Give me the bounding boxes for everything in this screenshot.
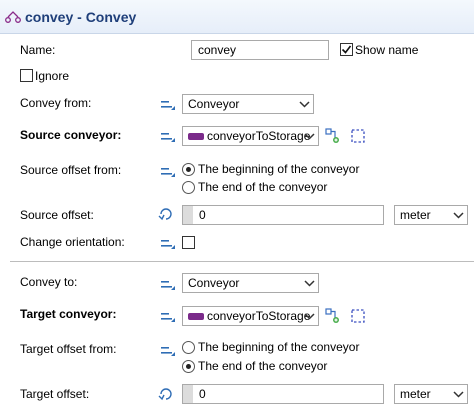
choose-from-graph-icon[interactable] (325, 128, 341, 144)
convey-from-label: Convey from: (20, 96, 92, 110)
source-offset-end-label: The end of the conveyor (198, 180, 328, 194)
convey-from-select[interactable]: Conveyor (182, 94, 314, 114)
target-offset-label: Target offset: (20, 387, 90, 401)
chevron-down-icon (304, 133, 315, 140)
static-value-icon[interactable] (160, 278, 176, 292)
source-offset-unit: meter (400, 208, 431, 222)
chevron-down-icon (304, 280, 315, 287)
static-value-icon[interactable] (160, 130, 176, 144)
target-offset-value: 0 (199, 387, 206, 401)
source-offset-end-radio[interactable] (182, 181, 195, 194)
section-separator (10, 261, 474, 262)
target-conveyor-label: Target conveyor: (20, 307, 117, 321)
target-offset-from-label: Target offset from: (20, 342, 117, 356)
name-input[interactable]: convey (191, 40, 329, 60)
change-orientation-label: Change orientation: (20, 235, 125, 249)
static-value-icon[interactable] (160, 237, 176, 251)
target-offset-input[interactable]: 0 (182, 384, 384, 404)
source-offset-label: Source offset: (20, 208, 94, 222)
static-value-icon[interactable] (160, 344, 176, 358)
target-offset-end-label: The end of the conveyor (198, 359, 328, 373)
select-in-graph-icon[interactable] (350, 128, 366, 144)
source-conveyor-value: conveyorToStorage (207, 129, 311, 143)
source-offset-input[interactable]: 0 (182, 205, 384, 225)
target-offset-beginning-label: The beginning of the conveyor (198, 340, 360, 354)
show-name-checkbox[interactable] (340, 43, 353, 56)
chevron-down-icon (299, 101, 310, 108)
chevron-down-icon (304, 313, 315, 320)
convey-to-value: Conveyor (188, 276, 240, 290)
ignore-label: Ignore (35, 69, 70, 83)
panel-title: convey - Convey (25, 9, 137, 25)
dynamic-value-icon[interactable] (158, 207, 174, 221)
conveyor-object-icon (188, 133, 204, 141)
convey-to-label: Convey to: (20, 275, 78, 289)
choose-from-graph-icon[interactable] (325, 308, 341, 324)
static-value-icon[interactable] (160, 310, 176, 324)
target-conveyor-value: conveyorToStorage (207, 309, 311, 323)
target-offset-unit-select[interactable]: meter (394, 384, 468, 404)
checkmark-icon (341, 45, 352, 54)
input-gutter (183, 385, 193, 403)
convey-block-icon (5, 11, 21, 23)
show-name-label: Show name (355, 43, 419, 57)
source-offset-beginning-label: The beginning of the conveyor (198, 162, 360, 176)
target-conveyor-select[interactable]: conveyorToStorage (182, 306, 319, 326)
source-conveyor-select[interactable]: conveyorToStorage (182, 126, 319, 146)
input-gutter (183, 206, 193, 224)
select-in-graph-icon[interactable] (350, 308, 366, 324)
source-offset-beginning-radio[interactable] (182, 163, 195, 176)
change-orientation-checkbox[interactable] (182, 236, 195, 249)
convey-from-value: Conveyor (188, 97, 240, 111)
source-offset-from-label: Source offset from: (20, 163, 122, 177)
target-offset-beginning-radio[interactable] (182, 341, 195, 354)
target-offset-end-radio[interactable] (182, 360, 195, 373)
name-label: Name: (20, 43, 56, 57)
target-offset-unit: meter (400, 387, 431, 401)
dynamic-value-icon[interactable] (158, 387, 174, 401)
source-offset-value: 0 (199, 208, 206, 222)
chevron-down-icon (453, 391, 464, 398)
static-value-icon[interactable] (160, 165, 176, 179)
ignore-checkbox[interactable] (20, 69, 33, 82)
convey-to-select[interactable]: Conveyor (182, 273, 319, 293)
panel-header: convey - Convey (0, 0, 474, 34)
conveyor-object-icon (188, 313, 204, 321)
source-conveyor-label: Source conveyor: (20, 128, 122, 142)
source-offset-unit-select[interactable]: meter (394, 205, 468, 225)
chevron-down-icon (453, 212, 464, 219)
static-value-icon[interactable] (160, 98, 176, 112)
